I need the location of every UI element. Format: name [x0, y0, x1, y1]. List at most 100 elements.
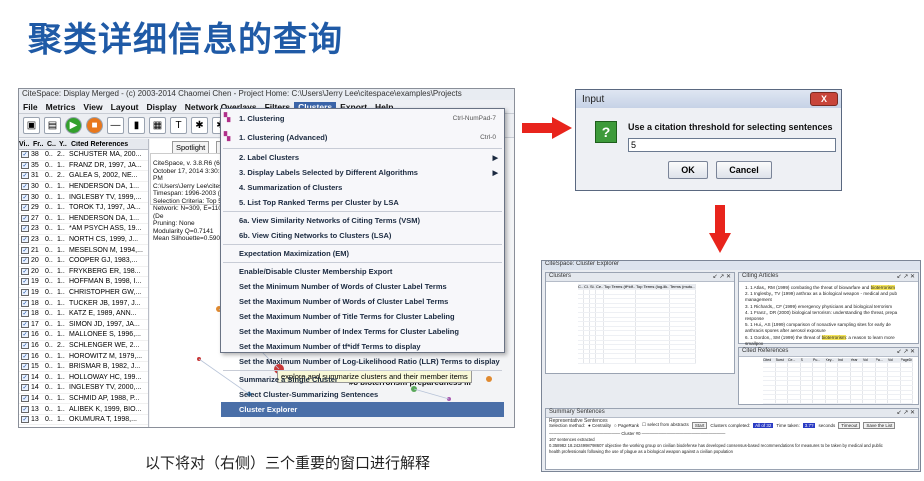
row-checkbox[interactable]: ✓	[21, 405, 29, 413]
table-row[interactable]: ✓ 15 0.. 1.. BRISMAR B, 1982, J...	[19, 362, 148, 373]
line-icon[interactable]: —	[107, 117, 124, 134]
menu-item[interactable]: 4. Summarization of Clusters	[221, 180, 504, 195]
row-checkbox[interactable]: ✓	[21, 426, 29, 427]
table-row[interactable]: ✓ 30 0.. 1.. INGLESBY TV, 1999,...	[19, 192, 148, 203]
column-header[interactable]: Ce..	[596, 284, 604, 289]
table-row[interactable]: ✓ 14 0.. 1.. SCHMID AP, 1988, P...	[19, 394, 148, 405]
menu-item[interactable]: Enable/Disable Cluster Membership Export	[221, 264, 504, 279]
save-icon[interactable]: ▣	[23, 117, 40, 134]
table-row[interactable]: ✓ 29 0.. 1.. TOROK TJ, 1997, JA...	[19, 203, 148, 214]
column-header[interactable]: Y..	[59, 141, 71, 148]
table-row[interactable]: ✓ 31 0.. 2.. GALEA S, 2002, NE...	[19, 171, 148, 182]
table-row[interactable]: ✓ 13 0.. 1.. ALIBEK K, 1999, BIO...	[19, 404, 148, 415]
column-header[interactable]: Cited	[763, 358, 776, 362]
table-row[interactable]: ✓130..1..HADDEN WA, 1978,...	[19, 425, 148, 427]
menu-layout[interactable]: Layout	[107, 102, 143, 112]
column-header[interactable]: Ce...	[788, 358, 801, 362]
cluster-row[interactable]	[578, 358, 696, 364]
row-checkbox[interactable]: ✓	[21, 151, 29, 159]
row-checkbox[interactable]: ✓	[21, 394, 29, 402]
menu-metrics[interactable]: Metrics	[42, 102, 80, 112]
chart-icon[interactable]: ▦	[149, 117, 166, 134]
table-row[interactable]: ✓ 14 0.. 1.. INGLESBY TV, 2000,...	[19, 383, 148, 394]
table-row[interactable]: ✓ 21 0.. 1.. MESELSON M, 1994,...	[19, 245, 148, 256]
row-checkbox[interactable]: ✓	[21, 278, 29, 286]
menu-item[interactable]: Set the Maximum Number of Index Terms fo…	[221, 324, 504, 339]
row-checkbox[interactable]: ✓	[21, 289, 29, 297]
timeout-button[interactable]: Timeout	[838, 421, 861, 429]
row-checkbox[interactable]: ✓	[21, 193, 29, 201]
row-checkbox[interactable]: ✓	[21, 384, 29, 392]
column-header[interactable]: Year	[851, 358, 863, 362]
column-header[interactable]: C..	[47, 141, 59, 148]
row-checkbox[interactable]: ✓	[21, 183, 29, 191]
menu-file[interactable]: File	[19, 102, 42, 112]
row-checkbox[interactable]: ✓	[21, 172, 29, 180]
ok-button[interactable]: OK	[668, 161, 708, 179]
cited-row[interactable]	[763, 399, 913, 405]
column-header[interactable]: Burst	[776, 358, 788, 362]
column-header[interactable]: PageDOI	[901, 358, 913, 362]
menu-item[interactable]: 2. Label Clusters ▶	[221, 150, 504, 165]
row-checkbox[interactable]: ✓	[21, 236, 29, 244]
row-checkbox[interactable]: ✓	[21, 225, 29, 233]
row-checkbox[interactable]: ✓	[21, 161, 29, 169]
row-checkbox[interactable]: ✓	[21, 267, 29, 275]
centrality-radio[interactable]: ● Centrality	[588, 423, 611, 428]
abstracts-checkbox[interactable]: ☐ select from abstracts	[642, 422, 689, 428]
row-checkbox[interactable]: ✓	[21, 320, 29, 328]
menu-item[interactable]: Set the Maximum Number of Words of Clust…	[221, 294, 504, 309]
menu-item[interactable]: 6a. View Similarity Networks of Citing T…	[221, 213, 504, 228]
table-row[interactable]: ✓ 30 0.. 1.. HENDERSON DA, 1...	[19, 182, 148, 193]
menu-item[interactable]: 6b. View Citing Networks to Clusters (LS…	[221, 228, 504, 243]
table-row[interactable]: ✓ 27 0.. 1.. HENDERSON DA, 1...	[19, 214, 148, 225]
table-row[interactable]: ✓ 17 0.. 1.. SIMON JD, 1997, JA...	[19, 320, 148, 331]
pane-controls-icon[interactable]: ↙ ↗ ✕	[897, 273, 915, 280]
menu-item[interactable]: Select Cluster-Summarizing Sentences	[221, 387, 504, 402]
table-row[interactable]: ✓ 13 0.. 1.. OKUMURA T, 1998,...	[19, 415, 148, 426]
table-row[interactable]: ✓ 19 0.. 1.. CHRISTOPHER GW,...	[19, 288, 148, 299]
menu-item[interactable]: Set the Maximum Number of tf*idf Terms t…	[221, 339, 504, 354]
table-row[interactable]: ✓ 20 0.. 1.. COOPER GJ, 1983,...	[19, 256, 148, 267]
menu-view[interactable]: View	[79, 102, 106, 112]
row-checkbox[interactable]: ✓	[21, 299, 29, 307]
menu-item[interactable]: Summarize a Single Cluster	[221, 372, 504, 387]
pagerank-radio[interactable]: ○ PageRank	[614, 423, 639, 428]
row-checkbox[interactable]: ✓	[21, 373, 29, 381]
play-icon[interactable]: ▶	[65, 117, 82, 134]
film-icon[interactable]: ▤	[44, 117, 61, 134]
cluster-icon[interactable]: ✱	[191, 117, 208, 134]
column-header[interactable]: Vol	[863, 358, 876, 362]
row-checkbox[interactable]: ✓	[21, 363, 29, 371]
row-checkbox[interactable]: ✓	[21, 246, 29, 254]
column-header[interactable]: Top Terms (tf*idf...)	[604, 284, 636, 289]
column-header[interactable]: Fr..	[33, 141, 47, 148]
table-row[interactable]: ✓ 35 0.. 1.. FRANZ DR, 1997, JA...	[19, 161, 148, 172]
table-row[interactable]: ✓ 18 0.. 1.. TUCKER JB, 1997, J...	[19, 298, 148, 309]
row-checkbox[interactable]: ✓	[21, 257, 29, 265]
row-checkbox[interactable]: ✓	[21, 341, 29, 349]
table-row[interactable]: ✓ 38 0.. 2.. SCHUSTER MA, 200...	[19, 150, 148, 161]
table-row[interactable]: ✓ 16 0.. 1.. MALLONEE S, 1996,...	[19, 330, 148, 341]
column-header[interactable]: Pa...	[876, 358, 888, 362]
pane-controls-icon[interactable]: ↙ ↗ ✕	[713, 273, 731, 280]
row-checkbox[interactable]: ✓	[21, 310, 29, 318]
table-row[interactable]: ✓ 19 0.. 1.. HOFFMAN B, 1998, I...	[19, 277, 148, 288]
table-row[interactable]: ✓ 16 0.. 2.. SCHLENGER WE, 2...	[19, 341, 148, 352]
row-checkbox[interactable]: ✓	[21, 214, 29, 222]
pane-controls-icon[interactable]: ↙ ↗ ✕	[897, 348, 915, 355]
citing-article[interactable]: 4. 1 Franz,, DR (2000) biological terror…	[739, 310, 918, 316]
column-header[interactable]: Vol	[888, 358, 901, 362]
table-row[interactable]: ✓ 18 0.. 1.. KATZ E, 1989, ANN...	[19, 309, 148, 320]
stop-icon[interactable]: ■	[86, 117, 103, 134]
threshold-input[interactable]: 5	[628, 138, 836, 152]
column-header[interactable]: Top Terms (log-lik...)	[636, 284, 670, 289]
pane-controls-icon[interactable]: ↙ ↗ ✕	[897, 409, 915, 416]
column-header[interactable]: Key...	[826, 358, 838, 362]
table-row[interactable]: ✓ 23 0.. 1.. *AM PSYCH ASS, 19...	[19, 224, 148, 235]
menu-item[interactable]: Set the Maximum Number of Title Terms fo…	[221, 309, 504, 324]
row-checkbox[interactable]: ✓	[21, 352, 29, 360]
menu-item[interactable]: 5. List Top Ranked Terms per Cluster by …	[221, 195, 504, 210]
menu-item[interactable]: 3. Display Labels Selected by Different …	[221, 165, 504, 180]
save-list-button[interactable]: Save the List	[863, 421, 896, 429]
